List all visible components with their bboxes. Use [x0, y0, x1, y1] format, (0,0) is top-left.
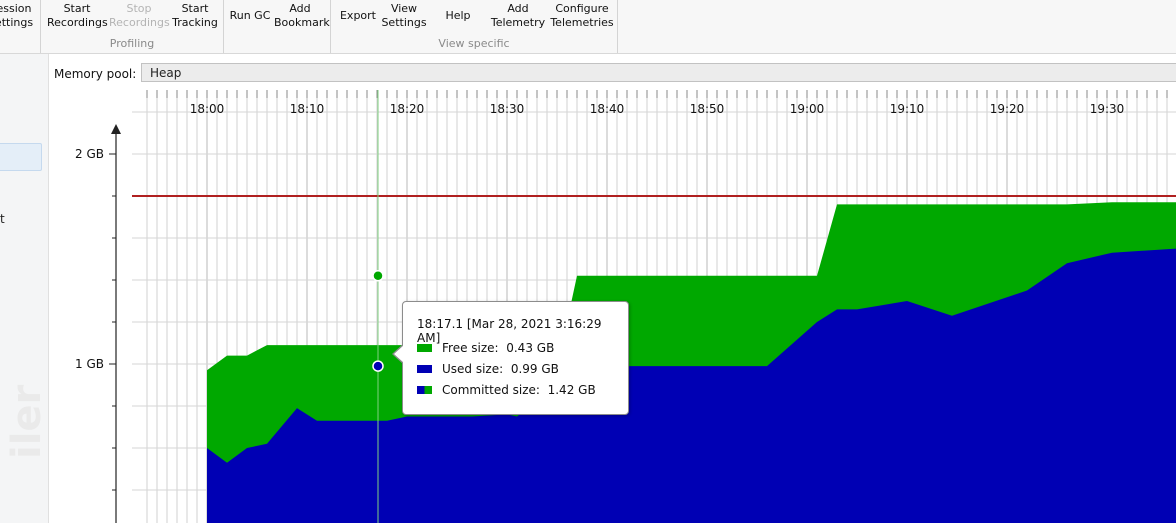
tooltip-row-used: Used size: 0.99 GB: [417, 362, 559, 376]
x-tick-label: 18:30: [490, 102, 525, 116]
help-button[interactable]: Help: [439, 9, 477, 23]
memory-pool-bar: Memory pool: Heap: [49, 60, 1176, 90]
x-tick-label: 18:50: [690, 102, 725, 116]
free-size-label: Free size:: [442, 341, 499, 355]
chart-axes: [109, 124, 121, 523]
toolbar-group-session: ession ettings: [0, 0, 41, 53]
toolbar: ession ettings Start Recordings Stop Rec…: [0, 0, 1176, 54]
configure-telemetries-button[interactable]: Configure Telemetries: [549, 2, 615, 30]
view-settings-button[interactable]: View Settings: [381, 2, 427, 30]
start-tracking-button[interactable]: Start Tracking: [169, 2, 221, 30]
memory-pool-dropdown[interactable]: Heap: [141, 63, 1176, 82]
stop-recordings-button: Stop Recordings: [109, 2, 170, 29]
used-size-label: Used size:: [442, 362, 504, 376]
x-tick-label: 19:10: [890, 102, 925, 116]
free-size-value: 0.43 GB: [506, 341, 555, 355]
chart-tooltip: 18:17.1 [Mar 28, 2021 3:16:29 AM] Free s…: [392, 301, 629, 415]
memory-pool-label: Memory pool:: [54, 67, 137, 81]
toolbar-group-view-specific: Export View Settings Help Add Telemetry …: [331, 0, 618, 53]
committed-size-value: 1.42 GB: [547, 383, 596, 397]
y-tick-label: 1 GB: [75, 357, 104, 371]
y-axis-arrow: [111, 124, 121, 134]
free-size-swatch: [417, 343, 432, 352]
sidebar: t iler: [0, 54, 49, 523]
used-size-value: 0.99 GB: [510, 362, 559, 376]
chart-areas: [132, 195, 1176, 523]
tooltip-arrow-inner: [394, 345, 404, 363]
view-specific-group-label: View specific: [438, 37, 510, 50]
x-tick-label: 18:40: [590, 102, 625, 116]
x-tick-label: 19:20: [990, 102, 1025, 116]
toolbar-group-profiling: Start Recordings Stop Recordings Start T…: [41, 0, 224, 53]
add-bookmark-button[interactable]: Add Bookmark: [274, 2, 330, 30]
run-gc-button[interactable]: Run GC: [228, 9, 272, 23]
session-settings-button[interactable]: ession ettings: [0, 2, 36, 30]
export-button[interactable]: Export: [337, 9, 379, 23]
sidebar-partial-label[interactable]: t: [0, 212, 5, 226]
committed-size-swatch: [417, 385, 432, 394]
start-recordings-button[interactable]: Start Recordings: [47, 2, 108, 30]
used-marker: [372, 360, 384, 372]
x-tick-label: 19:00: [790, 102, 825, 116]
committed-marker: [372, 270, 384, 282]
tooltip-row-free: Free size: 0.43 GB: [417, 341, 554, 355]
profiling-group-label: Profiling: [109, 37, 155, 50]
x-tick-label: 18:10: [290, 102, 325, 116]
x-tick-label: 18:00: [190, 102, 225, 116]
used-size-swatch: [417, 364, 432, 373]
x-tick-label: 18:20: [390, 102, 425, 116]
memory-pool-selected-value: Heap: [150, 66, 182, 80]
profiler-watermark: iler: [4, 384, 49, 459]
x-tick-label: 19:30: [1090, 102, 1125, 116]
y-tick-label: 2 GB: [75, 147, 104, 161]
sidebar-selected-item[interactable]: [0, 143, 42, 171]
add-telemetry-button[interactable]: Add Telemetry: [489, 2, 547, 30]
tooltip-row-committed: Committed size: 1.42 GB: [417, 383, 596, 397]
toolbar-group-gc: Run GC Add Bookmark: [224, 0, 331, 53]
committed-size-label: Committed size:: [442, 383, 540, 397]
